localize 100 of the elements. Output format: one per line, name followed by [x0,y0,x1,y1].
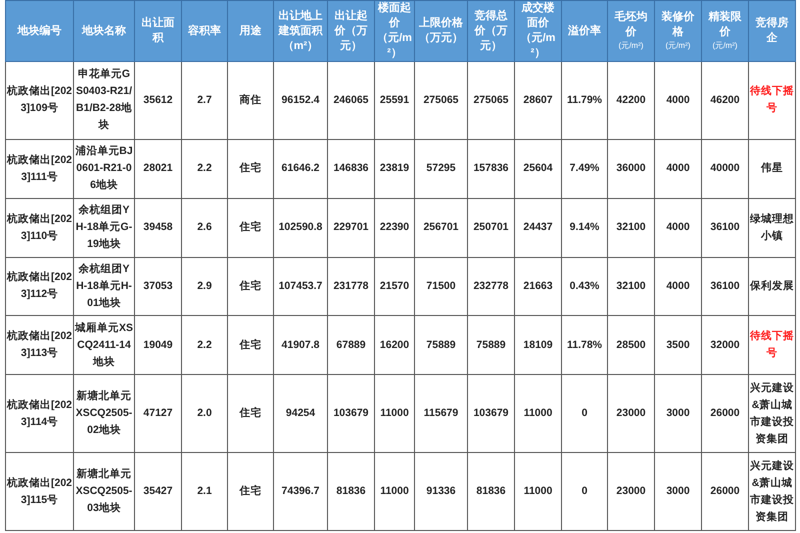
table-cell: 40000 [702,139,748,198]
table-cell: 杭政储出[2023]112号 [6,257,74,316]
table-cell: 26000 [702,374,748,452]
table-cell: 2.7 [182,62,228,140]
table-cell: 0.43% [562,257,608,316]
table-cell: 16200 [374,316,414,375]
table-cell: 杭政储出[2023]114号 [6,374,74,452]
table-cell: 81836 [468,452,514,530]
table-cell: 103679 [468,374,514,452]
table-cell: 杭政储出[2023]113号 [6,316,74,375]
table-cell: 229701 [328,198,374,257]
table-cell: 91336 [414,452,468,530]
column-header: 出让面积 [134,0,182,62]
table-cell: 25604 [514,139,562,198]
table-cell: 11000 [514,374,562,452]
table-cell: 275065 [414,62,468,140]
column-header: 楼面起价（元/m²） [374,0,414,62]
table-cell: 26000 [702,452,748,530]
table-cell: 32100 [608,198,654,257]
table-cell: 35427 [134,452,182,530]
table-cell: 住宅 [228,257,274,316]
table-cell: 146836 [328,139,374,198]
table-cell: 住宅 [228,316,274,375]
table-cell: 36000 [608,139,654,198]
table-cell: 47127 [134,374,182,452]
table-cell: 4000 [654,62,702,140]
column-header: 装修价格 (元/m²) [654,0,702,62]
table-cell: 余杭组团YH-18单元G-19地块 [74,198,134,257]
table-cell: 住宅 [228,374,274,452]
table-cell: 2.6 [182,198,228,257]
table-cell: 浦沿单元BJ0601-R21-06地块 [74,139,134,198]
table-cell: 杭政储出[2023]109号 [6,62,74,140]
table-cell: 36100 [702,257,748,316]
table-cell: 275065 [468,62,514,140]
column-header: 地块名称 [74,0,134,62]
table-cell: 96152.4 [274,62,328,140]
table-cell: 157836 [468,139,514,198]
table-cell: 103679 [328,374,374,452]
table-cell: 71500 [414,257,468,316]
table-cell: 28500 [608,316,654,375]
table-cell: 余杭组团YH-18单元H-01地块 [74,257,134,316]
table-cell: 申花单元GS0403-R21/B1/B2-28地块 [74,62,134,140]
column-header: 成交楼面价（元/m²） [514,0,562,62]
table-cell: 18109 [514,316,562,375]
table-cell: 4000 [654,139,702,198]
table-cell: 保利发展 [748,257,796,316]
table-cell: 新塘北单元XSCQ2505-03地块 [74,452,134,530]
table-cell: 19049 [134,316,182,375]
table-cell: 24437 [514,198,562,257]
table-cell: 3500 [654,316,702,375]
table-cell: 74396.7 [274,452,328,530]
table-cell: 22390 [374,198,414,257]
table-cell: 9.14% [562,198,608,257]
table-cell: 21663 [514,257,562,316]
table-cell: 4000 [654,198,702,257]
table-cell: 兴元建设&萧山城市建设投资集团 [748,452,796,530]
table-cell: 3000 [654,452,702,530]
table-cell: 11000 [374,374,414,452]
table-cell: 107453.7 [274,257,328,316]
table-cell: 102590.8 [274,198,328,257]
table-cell: 杭政储出[2023]110号 [6,198,74,257]
table-cell: 39458 [134,198,182,257]
table-cell: 新塘北单元XSCQ2505-02地块 [74,374,134,452]
table-cell: 21570 [374,257,414,316]
column-header: 毛坯均价 (元/m²) [608,0,654,62]
column-header: 竞得房企 [748,0,796,62]
table-cell: 2.0 [182,374,228,452]
table-cell: 住宅 [228,452,274,530]
table-cell: 11.78% [562,316,608,375]
table-cell: 42200 [608,62,654,140]
table-cell: 57295 [414,139,468,198]
table-cell: 兴元建设&萧山城市建设投资集团 [748,374,796,452]
table-cell: 41907.8 [274,316,328,375]
table-cell: 94254 [274,374,328,452]
table-cell: 32000 [702,316,748,375]
table-cell: 4000 [654,257,702,316]
table-cell: 81836 [328,452,374,530]
table-cell: 0 [562,452,608,530]
table-cell: 25591 [374,62,414,140]
table-cell: 住宅 [228,198,274,257]
table-cell: 2.2 [182,139,228,198]
table-cell: 待线下摇号 [748,316,796,375]
table-cell: 32100 [608,257,654,316]
table-cell: 杭政储出[2023]115号 [6,452,74,530]
table-cell: 23819 [374,139,414,198]
table-cell: 23000 [608,374,654,452]
table-cell: 232778 [468,257,514,316]
column-header: 地块编号 [6,0,74,62]
table-cell: 67889 [328,316,374,375]
column-header: 容积率 [182,0,228,62]
table-cell: 杭政储出[2023]111号 [6,139,74,198]
column-header: 竞得总价（万元） [468,0,514,62]
column-header: 出让地上建筑面积（m²） [274,0,328,62]
table-cell: 11.79% [562,62,608,140]
table-cell: 75889 [468,316,514,375]
table-cell: 2.2 [182,316,228,375]
table-cell: 28607 [514,62,562,140]
table-cell: 46200 [702,62,748,140]
table-cell: 75889 [414,316,468,375]
column-header: 溢价率 [562,0,608,62]
